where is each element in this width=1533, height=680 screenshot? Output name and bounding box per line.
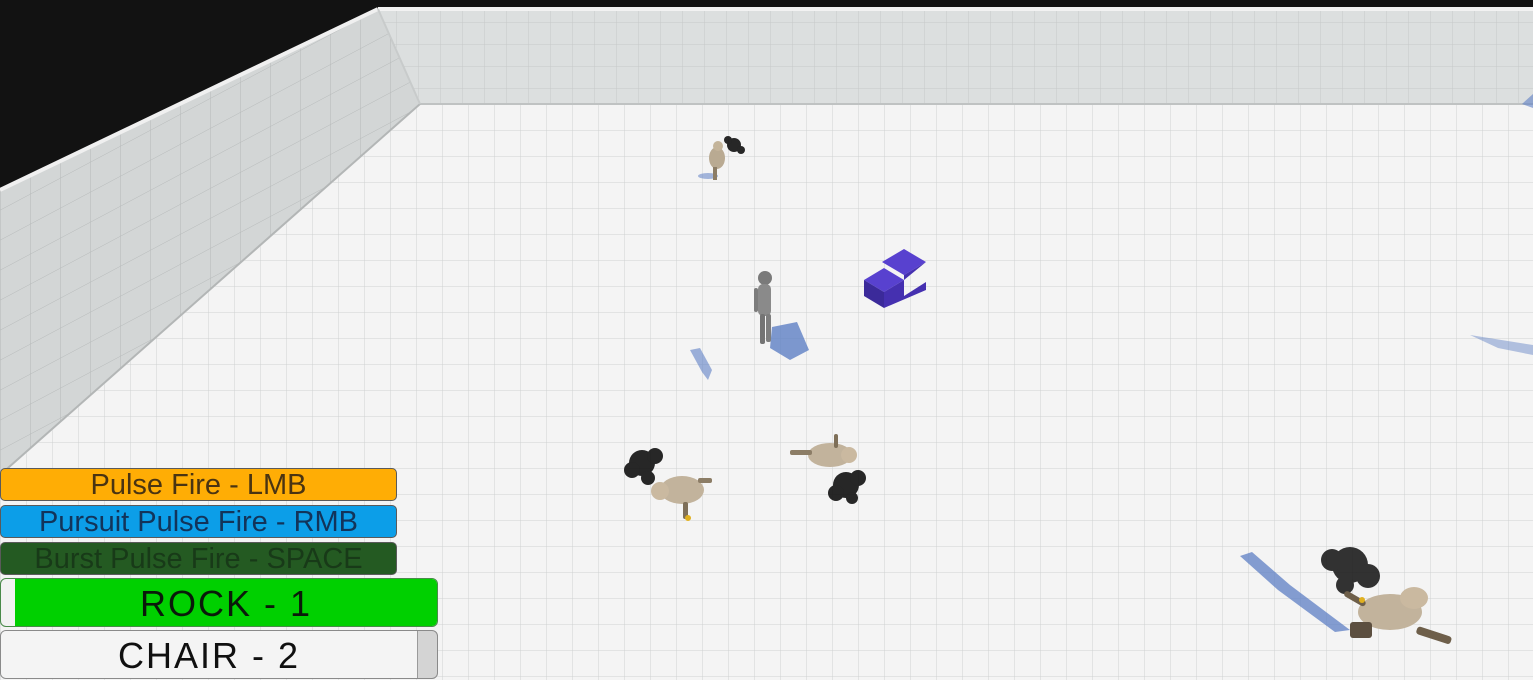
enemy-joint: [1359, 597, 1365, 603]
inventory-slot-chair[interactable]: CHAIR - 2: [0, 630, 438, 679]
enemy-limb: [834, 434, 838, 448]
player-torso: [758, 284, 771, 316]
enemy-limb: [698, 478, 712, 483]
enemy-head: [651, 482, 669, 500]
inventory-label-rock: ROCK - 1: [139, 583, 313, 624]
enemy-leg: [713, 167, 717, 180]
enemy-head: [1400, 587, 1428, 609]
enemy-joint: [685, 515, 691, 521]
wall-top-edge: [378, 7, 1533, 11]
inventory-label-chair: CHAIR - 2: [117, 635, 301, 676]
pulse-fire-button[interactable]: Pulse Fire - LMB: [0, 468, 397, 501]
enemy-limb: [1350, 622, 1372, 638]
player-leg: [766, 314, 771, 342]
enemy-head: [841, 447, 857, 463]
player-arm: [754, 288, 758, 312]
arena-back-wall: [378, 9, 1533, 104]
player-leg: [760, 314, 765, 344]
inventory-slot-rock[interactable]: ROCK - 1: [0, 578, 438, 627]
enemy-head: [713, 141, 723, 151]
enemy-limb: [790, 450, 812, 455]
burst-pulse-fire-button[interactable]: Burst Pulse Fire - SPACE: [0, 542, 397, 575]
player-head: [758, 271, 772, 285]
pursuit-pulse-fire-button[interactable]: Pursuit Pulse Fire - RMB: [0, 505, 397, 538]
